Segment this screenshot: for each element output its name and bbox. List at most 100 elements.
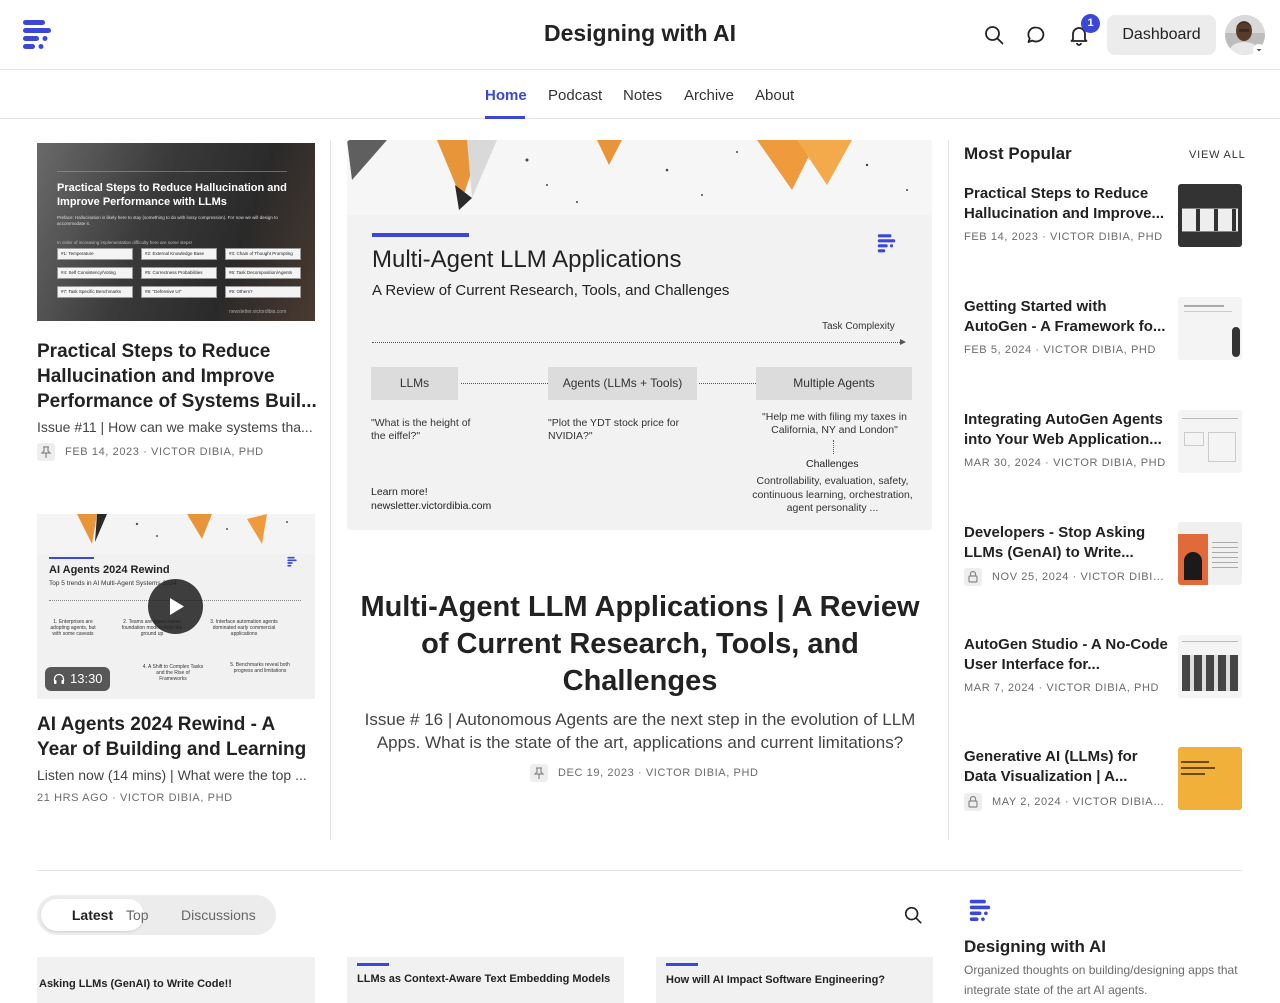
slide-example: "What is the height of the eiffel?": [371, 417, 471, 442]
arrow-head: [900, 339, 906, 345]
popular-item-thumbnail[interactable]: [1178, 297, 1242, 360]
featured-title[interactable]: Multi-Agent LLM Applications | A Review …: [355, 589, 925, 700]
post-subtitle: Issue #11 | How can we make systems tha.…: [37, 419, 313, 435]
page: { "header":{"title":"Designing with AI",…: [0, 0, 1280, 1003]
thumbnail-step: #6: Task Decomposition/Agents: [225, 267, 301, 279]
popular-item-meta: NOV 25, 2024 · VICTOR DIBIA...: [992, 571, 1167, 583]
post-title[interactable]: Practical Steps to Reduce Hallucination …: [37, 339, 317, 414]
thumbnail-preview: [1182, 418, 1238, 419]
play-icon: [170, 598, 184, 615]
thumbnail-step: #4: Self Consistency/Voting: [57, 267, 133, 279]
thumbnail-preview: [1184, 552, 1202, 580]
slide-learn-more: Learn more!: [371, 486, 428, 498]
chat-icon[interactable]: [1025, 24, 1047, 46]
tab-top[interactable]: Top: [126, 907, 149, 923]
play-button[interactable]: [148, 579, 203, 634]
popular-item-meta: FEB 5, 2024 · VICTOR DIBIA, PHD: [964, 344, 1157, 356]
slide-title: Multi-Agent LLM Applications: [372, 246, 682, 273]
featured-subtitle: Issue # 16 | Autonomous Agents are the n…: [364, 710, 916, 752]
popular-item-title[interactable]: Developers - Stop Asking LLMs (GenAI) to…: [964, 523, 1169, 562]
site-logo-small: [287, 556, 297, 567]
slide-subtitle: A Review of Current Research, Tools, and…: [372, 282, 730, 299]
slide-item: 4. A Shift to Complex Tasks and the Rise…: [142, 664, 204, 682]
slide-connector: [699, 383, 756, 384]
popular-item-meta: MAR 30, 2024 · VICTOR DIBIA, PHD: [964, 457, 1166, 469]
popular-item-thumbnail[interactable]: [1178, 410, 1242, 473]
search-icon[interactable]: [983, 24, 1005, 46]
thumbnail-preview: [1184, 305, 1224, 307]
pencil-shavings-image: [37, 514, 315, 554]
dashboard-button[interactable]: Dashboard: [1107, 15, 1216, 55]
duration-badge: 13:30: [45, 667, 110, 691]
popular-item-title[interactable]: AutoGen Studio - A No-Code User Interfac…: [964, 635, 1169, 674]
pencil-shavings-image: [347, 140, 932, 215]
thumbnail-step-grid: #1: Temperature #2: External Knowledge Ba…: [57, 248, 307, 303]
card-label: Asking LLMs (GenAI) to Write Code!!: [39, 978, 232, 990]
feed-search-icon[interactable]: [903, 905, 923, 925]
duration-label: 13:30: [70, 671, 103, 686]
tab-discussions[interactable]: Discussions: [181, 907, 256, 923]
site-logo-small: [877, 234, 896, 253]
thumbnail-step: #7: Task Specific Benchmarks: [57, 286, 133, 298]
site-logo-small: [969, 899, 991, 921]
popular-item-title[interactable]: Generative AI (LLMs) for Data Visualizat…: [964, 747, 1169, 786]
card-accent: [666, 963, 698, 966]
post-title[interactable]: AI Agents 2024 Rewind - A Year of Buildi…: [37, 712, 317, 762]
popular-item-thumbnail[interactable]: [1178, 522, 1242, 585]
pin-icon: [37, 443, 55, 461]
thumbnail-preview: [1212, 542, 1238, 572]
popular-item-thumbnail[interactable]: [1178, 635, 1242, 698]
thumbnail-url: newsletter.victordibia.com: [229, 309, 287, 315]
thumbnail-step: #3: Chain of Thought Prompting: [225, 248, 301, 260]
chevron-down-icon[interactable]: [1253, 44, 1265, 56]
feed-card[interactable]: LLMs as Context-Aware Text Embedding Mod…: [347, 957, 624, 1003]
about-description: Organized thoughts on building/designing…: [964, 963, 1238, 997]
slide-title: AI Agents 2024 Rewind: [49, 564, 170, 576]
popular-item-title[interactable]: Practical Steps to Reduce Hallucination …: [964, 184, 1169, 223]
thumbnail-preview: [1208, 432, 1236, 462]
slide-accent-bar: [372, 233, 469, 237]
post-meta: 21 HRS AGO · VICTOR DIBIA, PHD: [37, 792, 233, 804]
slide-example: "Plot the YDT stock price for NVIDIA?": [548, 417, 680, 442]
about-title[interactable]: Designing with AI: [964, 937, 1106, 957]
popular-item-title[interactable]: Integrating AutoGen Agents into Your Web…: [964, 410, 1169, 449]
popular-item-thumbnail[interactable]: [1178, 747, 1242, 810]
headphones-icon: [53, 673, 65, 684]
nav-about[interactable]: About: [755, 87, 794, 104]
thumbnail-step: #1: Temperature: [57, 248, 133, 260]
site-header: Designing with AI 1 Dashboard: [0, 0, 1280, 70]
featured-meta: DEC 19, 2023 · VICTOR DIBIA, PHD: [558, 767, 759, 779]
feed-card[interactable]: Asking LLMs (GenAI) to Write Code!!: [37, 957, 315, 1003]
post-subtitle: Listen now (14 mins) | What were the top…: [37, 767, 307, 783]
lock-icon: [964, 793, 982, 811]
thumbnail-title: Practical Steps to Reduce Hallucination …: [57, 182, 287, 208]
card-label: How will AI Impact Software Engineering?: [666, 974, 886, 986]
column-divider: [948, 140, 949, 840]
slide-challenges-label: Challenges: [806, 458, 859, 470]
slide-accent-bar: [49, 557, 94, 559]
slide-box-agents: Agents (LLMs + Tools): [548, 367, 697, 400]
nav-podcast[interactable]: Podcast: [548, 87, 602, 104]
feed-tabs: Latest Top Discussions: [37, 895, 276, 935]
nav-home[interactable]: Home: [485, 87, 527, 104]
nav-notes[interactable]: Notes: [623, 87, 662, 104]
post-meta: FEB 14, 2023 · VICTOR DIBIA, PHD: [65, 446, 264, 458]
feed-card[interactable]: How will AI Impact Software Engineering?: [656, 957, 933, 1003]
post-thumbnail[interactable]: Practical Steps to Reduce Hallucination …: [37, 143, 315, 321]
section-divider: [37, 870, 1242, 871]
podcast-thumbnail[interactable]: AI Agents 2024 Rewind Top 5 trends in AI…: [37, 514, 315, 699]
thumbnail-preview: [1184, 311, 1232, 312]
nav-archive[interactable]: Archive: [684, 87, 734, 104]
thumbnail-preview: [1181, 761, 1209, 763]
popular-item-meta: MAR 7, 2024 · VICTOR DIBIA, PHD: [964, 682, 1160, 694]
popular-item-thumbnail[interactable]: [1178, 184, 1242, 247]
thumbnail-preview: [1232, 327, 1240, 357]
popular-item-title[interactable]: Getting Started with AutoGen - A Framewo…: [964, 297, 1169, 336]
thumbnail-preview: [1181, 767, 1215, 769]
view-all-link[interactable]: VIEW ALL: [1189, 149, 1246, 161]
slide-axis: [372, 342, 902, 343]
featured-thumbnail[interactable]: Multi-Agent LLM Applications A Review of…: [347, 140, 932, 530]
thumbnail-preview: [1182, 208, 1238, 232]
thumbnail-step: #5: Correctness Probabilities: [141, 267, 217, 279]
lock-icon: [964, 568, 982, 586]
